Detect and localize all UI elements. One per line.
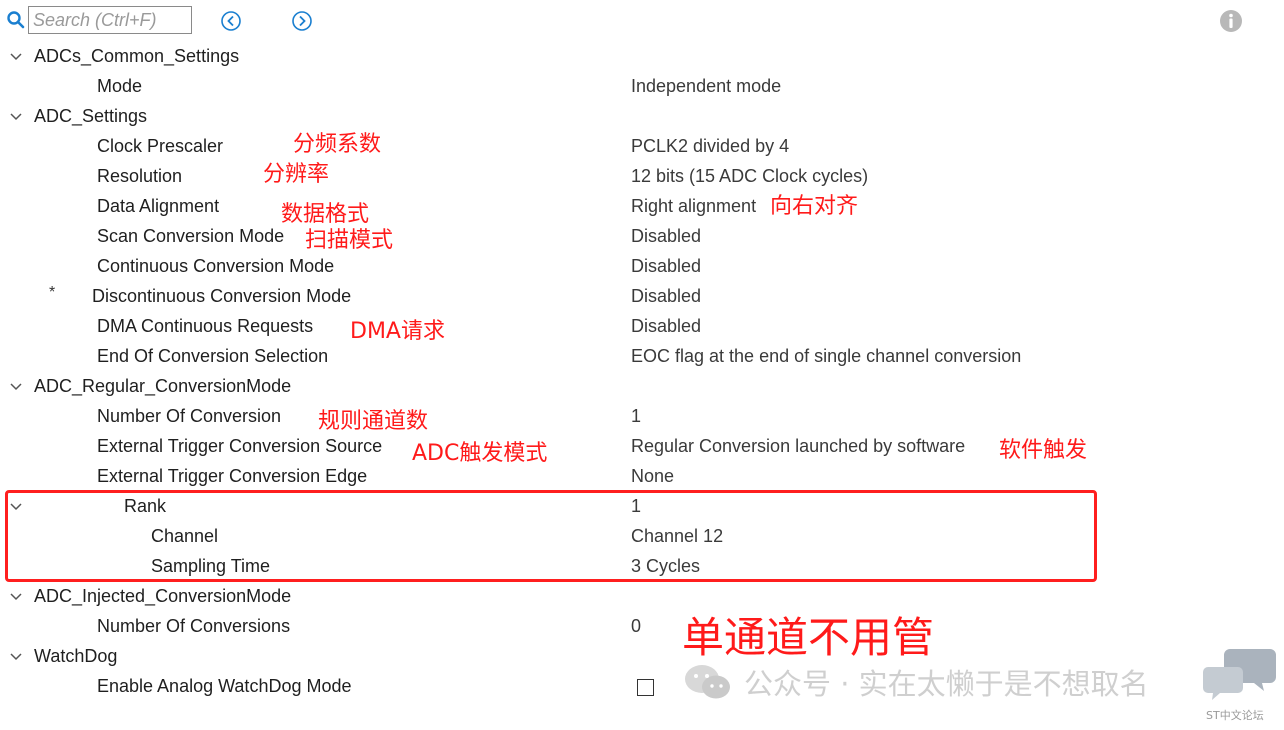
param-value[interactable]: Independent mode — [631, 76, 781, 97]
param-label: Continuous Conversion Mode — [97, 256, 335, 276]
param-label: Number Of Conversions — [97, 616, 291, 636]
param-value[interactable]: 1 — [631, 406, 641, 427]
param-eoc-selection[interactable]: End Of Conversion Selection EOC flag at … — [0, 342, 1284, 372]
chevron-right-circle-icon[interactable] — [291, 10, 313, 32]
param-value[interactable]: None — [631, 466, 674, 487]
property-toolbar — [0, 0, 1284, 42]
param-value[interactable]: PCLK2 divided by 4 — [631, 136, 789, 157]
param-scan-mode[interactable]: Scan Conversion Mode Disabled — [0, 222, 1284, 252]
annotation-scan-mode: 扫描模式 — [305, 228, 394, 253]
param-num-conversion[interactable]: Number Of Conversion 1 — [0, 402, 1284, 432]
group-adc-settings[interactable]: ADC_Settings — [0, 102, 1284, 132]
group-label: ADCs_Common_Settings — [34, 46, 240, 66]
param-resolution[interactable]: Resolution 12 bits (15 ADC Clock cycles) — [0, 162, 1284, 192]
annotation-alignment: 向右对齐 — [770, 194, 859, 219]
chevron-down-icon[interactable] — [8, 109, 24, 125]
param-label: Number Of Conversion — [97, 406, 282, 426]
group-label: ADC_Settings — [34, 106, 148, 126]
annotation-resolution: 分辨率 — [263, 162, 330, 187]
search-input[interactable] — [29, 7, 191, 33]
param-value[interactable]: 12 bits (15 ADC Clock cycles) — [631, 166, 868, 187]
chevron-down-icon[interactable] — [8, 379, 24, 395]
watermark-site: ST中文论坛 — [1206, 709, 1264, 722]
param-value[interactable]: Disabled — [631, 316, 701, 337]
annotation-dma: DMA请求 — [350, 319, 445, 344]
param-label: Data Alignment — [97, 196, 220, 216]
group-adc-regular[interactable]: ADC_Regular_ConversionMode — [0, 372, 1284, 402]
group-label: ADC_Injected_ConversionMode — [34, 586, 292, 606]
param-mode[interactable]: Mode Independent mode — [0, 72, 1284, 102]
param-label: Scan Conversion Mode — [97, 226, 285, 246]
annotation-software-trigger: 软件触发 — [999, 438, 1088, 463]
annotation-trigger-mode: ADC触发模式 — [412, 441, 548, 466]
param-label: External Trigger Conversion Edge — [97, 466, 368, 486]
info-icon[interactable] — [1219, 9, 1243, 33]
enable-watchdog-checkbox[interactable] — [637, 679, 654, 696]
wechat-icon — [685, 665, 730, 699]
param-label: DMA Continuous Requests — [97, 316, 314, 336]
param-value[interactable]: Disabled — [631, 286, 701, 307]
rank-highlight-box — [5, 490, 1097, 582]
group-label: ADC_Regular_ConversionMode — [34, 376, 292, 396]
chevron-left-circle-icon[interactable] — [220, 10, 242, 32]
search-icon — [7, 11, 25, 29]
param-label: Resolution — [97, 166, 183, 186]
group-label: WatchDog — [34, 646, 118, 666]
param-value[interactable]: 0 — [631, 616, 641, 637]
group-adc-injected[interactable]: ADC_Injected_ConversionMode — [0, 582, 1284, 612]
param-value[interactable]: EOC flag at the end of single channel co… — [631, 346, 1021, 367]
annotation-single-channel: 单通道不用管 — [682, 613, 935, 662]
param-label: Clock Prescaler — [97, 136, 224, 156]
param-value[interactable]: Disabled — [631, 226, 701, 247]
param-data-alignment[interactable]: Data Alignment Right alignment — [0, 192, 1284, 222]
param-num-conversions[interactable]: Number Of Conversions 0 — [0, 612, 1284, 642]
param-label: Mode — [97, 76, 143, 96]
search-box — [28, 6, 192, 34]
param-dma-requests[interactable]: DMA Continuous Requests Disabled — [0, 312, 1284, 342]
annotation-clock-prescaler: 分频系数 — [293, 132, 382, 157]
modified-marker: * — [49, 284, 56, 301]
chevron-down-icon[interactable] — [8, 649, 24, 665]
param-discontinuous-mode[interactable]: * Discontinuous Conversion Mode Disabled — [0, 282, 1284, 312]
chevron-down-icon[interactable] — [8, 49, 24, 65]
group-adc-common[interactable]: ADCs_Common_Settings — [0, 42, 1284, 72]
param-label: Enable Analog WatchDog Mode — [97, 676, 352, 696]
param-value[interactable]: Disabled — [631, 256, 701, 277]
annotation-rule-channels: 规则通道数 — [318, 409, 429, 434]
param-ext-trigger-edge[interactable]: External Trigger Conversion Edge None — [0, 462, 1284, 492]
param-value[interactable]: Regular Conversion launched by software — [631, 436, 965, 457]
param-label: End Of Conversion Selection — [97, 346, 329, 366]
param-continuous-mode[interactable]: Continuous Conversion Mode Disabled — [0, 252, 1284, 282]
param-clock-prescaler[interactable]: Clock Prescaler PCLK2 divided by 4 — [0, 132, 1284, 162]
chevron-down-icon[interactable] — [8, 589, 24, 605]
param-ext-trigger-source[interactable]: External Trigger Conversion Source Regul… — [0, 432, 1284, 462]
st-forum-logo-icon — [1203, 649, 1276, 700]
param-value[interactable]: Right alignment — [631, 196, 756, 217]
param-label: Discontinuous Conversion Mode — [92, 286, 352, 306]
watermark-text: 公众号 · 实在太懒于是不想取名 — [744, 667, 1149, 701]
param-label: External Trigger Conversion Source — [97, 436, 383, 456]
